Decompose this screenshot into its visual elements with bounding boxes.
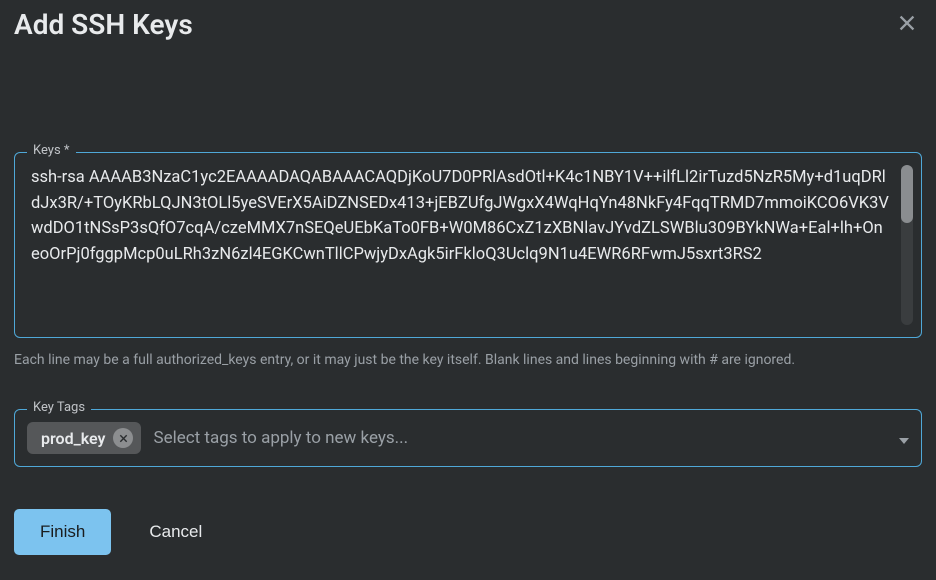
scrollbar-thumb[interactable] (901, 165, 913, 223)
tag-chip: prod_key (27, 422, 141, 454)
close-button[interactable] (892, 8, 922, 42)
key-tags-field[interactable]: Key Tags prod_key Select tags to apply t… (14, 409, 922, 467)
cancel-button[interactable]: Cancel (139, 509, 212, 555)
key-tags-label: Key Tags (27, 400, 91, 415)
chevron-down-icon[interactable] (899, 429, 909, 448)
close-icon (118, 433, 129, 444)
keys-textarea[interactable]: ssh-rsa AAAAB3NzaC1yc2EAAAADAQABAAACAQDj… (31, 165, 891, 325)
keys-help-text: Each line may be a full authorized_keys … (14, 350, 922, 371)
finish-button[interactable]: Finish (14, 509, 111, 555)
keys-field-label: Keys * (27, 143, 76, 158)
tag-chip-label: prod_key (41, 429, 105, 448)
close-icon (896, 12, 918, 34)
keys-field[interactable]: Keys * ssh-rsa AAAAB3NzaC1yc2EAAAADAQABA… (14, 152, 922, 338)
tags-input[interactable]: Select tags to apply to new keys... (153, 428, 887, 448)
tag-chip-remove[interactable] (113, 428, 133, 448)
scrollbar[interactable] (901, 165, 913, 325)
form: Keys * ssh-rsa AAAAB3NzaC1yc2EAAAADAQABA… (0, 152, 936, 467)
dialog-footer: Finish Cancel (0, 467, 936, 555)
dialog-title: Add SSH Keys (14, 8, 193, 41)
dialog-header: Add SSH Keys (0, 0, 936, 42)
